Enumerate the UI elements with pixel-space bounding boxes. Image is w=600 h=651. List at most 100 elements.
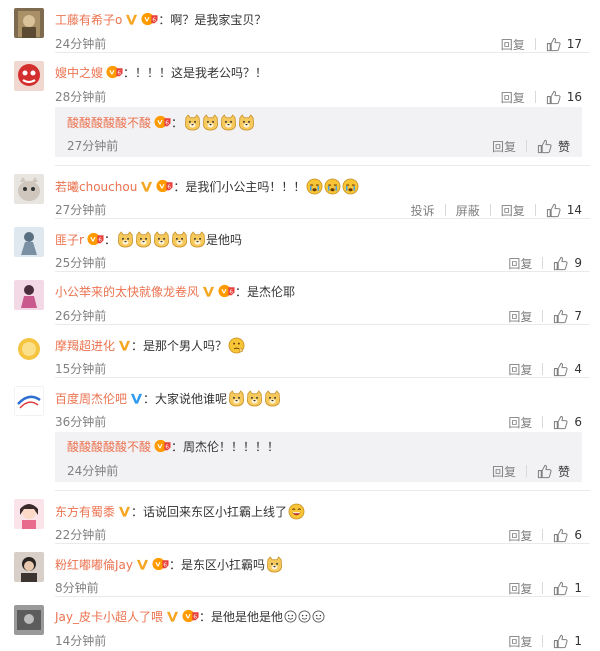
action-divider [542, 529, 544, 541]
comment-item: 匪子r ： 是他吗 25分钟前 回复 9 [0, 227, 600, 272]
verified-badge-icon [118, 505, 131, 518]
reply-button[interactable]: 回复 [508, 527, 532, 544]
avatar[interactable] [14, 499, 44, 529]
comment-username[interactable]: 粉红嘟嘟倫Jay [55, 558, 133, 572]
avatar[interactable] [14, 227, 44, 257]
vip-level-icon [182, 609, 199, 623]
reply-button[interactable]: 回复 [508, 361, 532, 378]
comment-item: 嫂中之嫂 ：！！！这是我老公吗？！ 28分钟前 回复 16 [0, 61, 600, 106]
reply-button[interactable]: 回复 [508, 633, 532, 650]
avatar[interactable] [14, 8, 44, 38]
reply-time: 24分钟前 [67, 464, 119, 478]
avatar[interactable] [14, 605, 44, 635]
like-count: 4 [574, 362, 582, 376]
action-divider [542, 582, 544, 594]
tear-face-emoji-icon [324, 178, 341, 195]
comment-divider [55, 218, 590, 219]
reply-button[interactable]: 回复 [508, 308, 532, 325]
comment-username[interactable]: 工藤有希子o [55, 13, 122, 27]
reply-button[interactable]: 回复 [501, 89, 525, 106]
tear-face-emoji-icon [306, 178, 323, 195]
verified-badge-icon [130, 392, 143, 405]
avatar[interactable] [14, 61, 44, 91]
reply-button[interactable]: 回复 [508, 414, 532, 431]
comment-text: ：啊？是我家宝贝？ [158, 13, 267, 27]
comment-username[interactable]: 匪子r [55, 233, 84, 247]
like-button[interactable]: 1 [553, 634, 582, 649]
thumb-up-icon [553, 581, 568, 596]
doge-emoji-icon [228, 390, 245, 407]
comment-divider [55, 596, 590, 597]
reply-text: ： [171, 116, 184, 130]
reply-button[interactable]: 回复 [508, 255, 532, 272]
comment-text: ：是我们小公主吗！！！ [173, 180, 306, 194]
verified-badge-icon [136, 558, 149, 571]
avatar[interactable] [14, 280, 44, 310]
reply-username[interactable]: 酸酸酸酸酸不酸 [67, 116, 151, 130]
like-button[interactable]: 赞 [537, 138, 570, 155]
reply-button[interactable]: 回复 [492, 463, 516, 480]
like-button[interactable]: 4 [553, 362, 582, 377]
like-button[interactable]: 1 [553, 581, 582, 596]
vip-level-icon [87, 232, 104, 246]
block-button[interactable]: 屏蔽 [456, 202, 480, 219]
comment-time: 36分钟前 [55, 415, 107, 429]
comment-text: ：是他是他是他 [199, 610, 284, 624]
comment-username[interactable]: 若曦chouchou [55, 180, 137, 194]
comment-username[interactable]: 嫂中之嫂 [55, 66, 103, 80]
thumb-up-icon [537, 139, 552, 154]
action-divider [489, 204, 491, 216]
reply-button[interactable]: 回复 [501, 36, 525, 53]
thumb-up-icon [553, 362, 568, 377]
like-button[interactable]: 6 [553, 415, 582, 430]
like-label: 赞 [557, 139, 570, 154]
reply-button[interactable]: 回复 [501, 202, 525, 219]
reply-username[interactable]: 酸酸酸酸酸不酸 [67, 440, 151, 454]
comment-item: 工藤有希子o ：啊？是我家宝贝？ 24分钟前 回复 17 [0, 8, 600, 53]
report-button[interactable]: 投诉 [411, 202, 435, 219]
comment-username[interactable]: 小公举来的太快就像龙卷风 [55, 285, 199, 299]
comment-username[interactable]: 摩羯超进化 [55, 339, 115, 353]
comment-username[interactable]: 百度周杰伦吧 [55, 392, 127, 406]
tear-face-emoji-icon [342, 178, 359, 195]
like-button[interactable]: 17 [546, 37, 582, 52]
action-divider [534, 38, 536, 50]
action-divider [534, 91, 536, 103]
like-button[interactable]: 16 [546, 90, 582, 105]
comment-time: 8分钟前 [55, 581, 99, 595]
comment-username[interactable]: 东方有蜀黍 [55, 505, 115, 519]
action-divider [542, 257, 544, 269]
thumb-up-icon [553, 309, 568, 324]
like-button[interactable]: 赞 [537, 463, 570, 480]
doge-emoji-icon [266, 556, 283, 573]
action-divider [542, 363, 544, 375]
doge-emoji-icon [246, 390, 263, 407]
avatar[interactable] [14, 386, 44, 416]
comment-time: 28分钟前 [55, 90, 107, 104]
like-count: 14 [566, 203, 582, 217]
thumb-up-icon [537, 464, 552, 479]
comment-text: ：是那个男人吗？ [131, 339, 228, 353]
like-button[interactable]: 9 [553, 256, 582, 271]
like-count: 6 [574, 528, 582, 542]
avatar[interactable] [14, 174, 44, 204]
like-button[interactable]: 14 [546, 203, 582, 218]
thumb-up-icon [553, 634, 568, 649]
comment-text: ：话说回来东区小扛霸上线了 [131, 505, 288, 519]
like-button[interactable]: 6 [553, 528, 582, 543]
avatar[interactable] [14, 333, 44, 363]
like-button[interactable]: 7 [553, 309, 582, 324]
reply-button[interactable]: 回复 [492, 138, 516, 155]
thumb-up-icon [553, 415, 568, 430]
comment-username[interactable]: Jay_皮卡小超人了喂 [55, 610, 163, 624]
verified-badge-icon [118, 339, 131, 352]
small-face-emoji-icon [312, 610, 325, 623]
comment-text: ： [103, 233, 116, 247]
vip-level-icon [152, 557, 169, 571]
sub-reply: 酸酸酸酸酸不酸 ： 27分钟前 回复 赞 [55, 107, 582, 157]
like-count: 7 [574, 309, 582, 323]
comment-item: 小公举来的太快就像龙卷风 ：是杰伦耶 26分钟前 回复 7 [0, 280, 600, 325]
avatar[interactable] [14, 552, 44, 582]
vip-level-icon [154, 439, 171, 453]
reply-button[interactable]: 回复 [508, 580, 532, 597]
